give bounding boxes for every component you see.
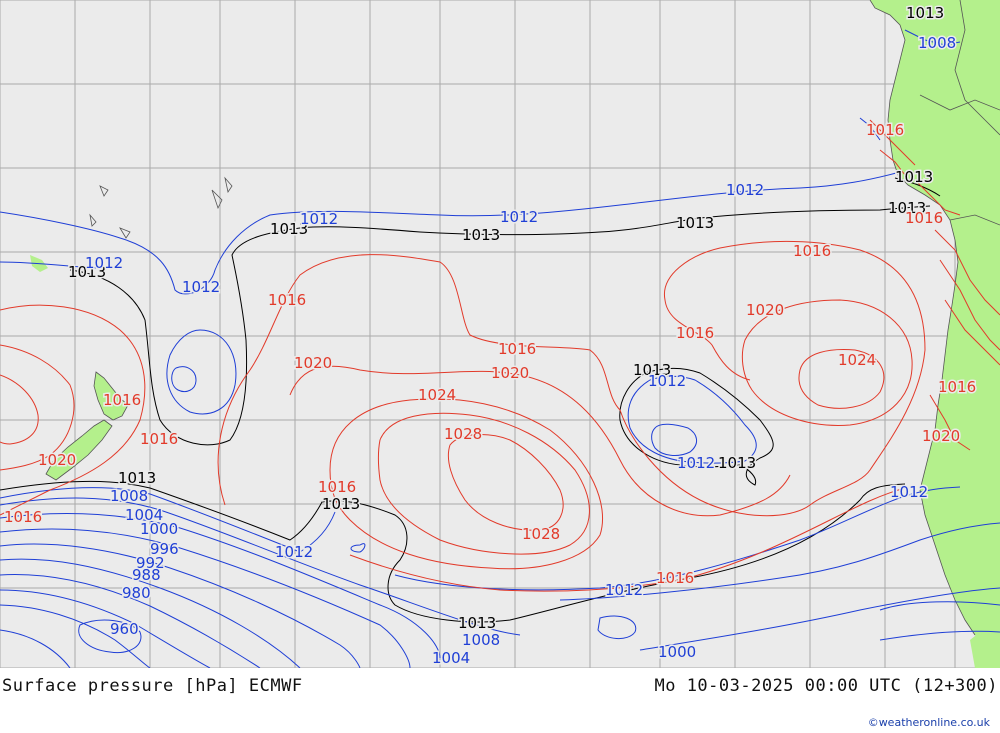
isobar-label: 1016 xyxy=(866,121,904,139)
isobar-label: 1020 xyxy=(746,301,784,319)
isobar-label: 1013 xyxy=(718,454,756,472)
isobar-label: 1012 xyxy=(300,210,338,228)
isobar-label: 1012 xyxy=(182,278,220,296)
isobar-label: 1000 xyxy=(140,520,178,538)
isobar-label: 1016 xyxy=(4,508,42,526)
isobar-label: 1012 xyxy=(500,208,538,226)
isobar-label: 1012 xyxy=(605,581,643,599)
isobar-label: 1016 xyxy=(103,391,141,409)
isobar-label: 1012 xyxy=(648,372,686,390)
isobar-label: 1012 xyxy=(890,483,928,501)
isobar-label: 1012 xyxy=(726,181,764,199)
isobar-label: 1013 xyxy=(895,168,933,186)
isobar-label: 1016 xyxy=(268,291,306,309)
isobar-label: 1000 xyxy=(658,643,696,661)
isobar-label: 980 xyxy=(122,584,151,602)
isobar-label: 1020 xyxy=(38,451,76,469)
isobar-label: 1016 xyxy=(656,569,694,587)
isobar-label: 1008 xyxy=(110,487,148,505)
weather-map-page: 60E170E180170W160W150W140W130W120W110W10… xyxy=(0,0,1000,733)
isobar-label: 1013 xyxy=(118,469,156,487)
isobar-label: 1016 xyxy=(938,378,976,396)
isobar-label: 1016 xyxy=(793,242,831,260)
map-title: Surface pressure [hPa] ECMWF xyxy=(2,676,303,696)
isobar-label: 1016 xyxy=(140,430,178,448)
isobar-label: 1008 xyxy=(918,34,956,52)
isobar-label: 1012 xyxy=(677,454,715,472)
valid-time: Mo 10-03-2025 00:00 UTC (12+300) xyxy=(654,676,998,696)
isobar-label: 1016 xyxy=(905,209,943,227)
isobar-label: 1028 xyxy=(444,425,482,443)
isobar-label: 1016 xyxy=(676,324,714,342)
isobar-label: 988 xyxy=(132,566,161,584)
isobar-label: 1020 xyxy=(294,354,332,372)
isobar-label: 1008 xyxy=(462,631,500,649)
isobar-label: 960 xyxy=(110,620,139,638)
isobar-label: 1020 xyxy=(491,364,529,382)
isobar-label: 1028 xyxy=(522,525,560,543)
isobar-label: 1016 xyxy=(498,340,536,358)
isobar-label: 1004 xyxy=(432,649,470,667)
isobar-label: 1013 xyxy=(458,614,496,632)
isobar-label: 1012 xyxy=(275,543,313,561)
isobar-label: 1013 xyxy=(462,226,500,244)
credit-link[interactable]: ©weatheronline.co.uk xyxy=(868,716,990,729)
isobar-label: 1012 xyxy=(85,254,123,272)
isobar-label: 1016 xyxy=(318,478,356,496)
pressure-map: 60E170E180170W160W150W140W130W120W110W10… xyxy=(0,0,1000,668)
isobar-label: 1013 xyxy=(322,495,360,513)
isobar-label: 1013 xyxy=(906,4,944,22)
isobar-label: 1024 xyxy=(838,351,876,369)
isobar-label: 1020 xyxy=(922,427,960,445)
isobar-label: 1024 xyxy=(418,386,456,404)
isobar-label: 1013 xyxy=(676,214,714,232)
